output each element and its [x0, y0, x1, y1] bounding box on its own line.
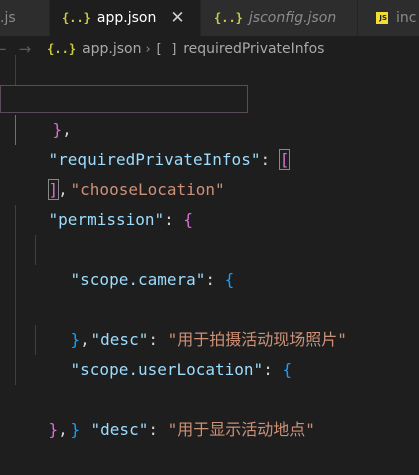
- code-line: ],: [0, 145, 419, 200]
- code-line: },: [0, 385, 419, 439]
- bracket: }: [48, 420, 59, 439]
- tab-bar: .js {..} app.json ✕ {..} jsconfig.json J…: [0, 0, 419, 36]
- code-editor[interactable]: }, "requiredPrivateInfos": [ "chooseLoca…: [0, 55, 419, 439]
- code-line: },: [0, 265, 419, 349]
- colon: :: [148, 420, 168, 439]
- indent-guide: [15, 55, 16, 85]
- indent-guide: [15, 115, 16, 145]
- comma: ,: [58, 420, 68, 439]
- js-file-icon: JS: [376, 12, 388, 24]
- tab-js-file[interactable]: .js: [0, 0, 50, 36]
- code-line: }: [0, 355, 419, 439]
- indent-guide: [15, 265, 16, 295]
- indent-guide: [35, 235, 36, 265]
- tab-label: inc: [396, 10, 417, 26]
- code-line: "permission": {: [0, 175, 419, 229]
- tab-label: .js: [0, 10, 16, 26]
- code-line: "requiredPrivateInfos": [: [0, 85, 419, 170]
- code-line: "scope.camera": {: [0, 205, 419, 289]
- json-key: "desc": [90, 420, 149, 439]
- code-line: "desc": "用于拍摄活动现场照片": [0, 235, 419, 349]
- indent-guide: [35, 325, 36, 355]
- bracket: }: [70, 420, 81, 439]
- indent-guide: [15, 295, 16, 325]
- code-line: "chooseLocation": [0, 115, 419, 199]
- close-icon[interactable]: ✕: [170, 9, 184, 27]
- json-file-icon: {..}: [47, 42, 77, 56]
- code-line: "scope.userLocation": {: [0, 295, 419, 379]
- code-line: "desc": "用于显示活动地点": [0, 325, 419, 439]
- selection-highlight: [0, 85, 248, 113]
- tab-js-file-2[interactable]: JS inc: [358, 0, 419, 36]
- indent-guide: [15, 205, 16, 235]
- json-string: "用于显示活动地点": [167, 420, 315, 439]
- tab-label: jsconfig.json: [248, 10, 337, 26]
- tab-jsconfig-json[interactable]: {..} jsconfig.json: [201, 0, 358, 36]
- json-file-icon: {..}: [62, 11, 91, 25]
- json-file-icon: {..}: [214, 11, 243, 25]
- indent-guide: [15, 235, 16, 265]
- tab-app-json[interactable]: {..} app.json ✕: [50, 0, 201, 36]
- indent-guide: [15, 325, 16, 355]
- code-line: },: [0, 55, 419, 139]
- tab-label: app.json: [96, 10, 157, 26]
- indent-guide: [15, 355, 16, 385]
